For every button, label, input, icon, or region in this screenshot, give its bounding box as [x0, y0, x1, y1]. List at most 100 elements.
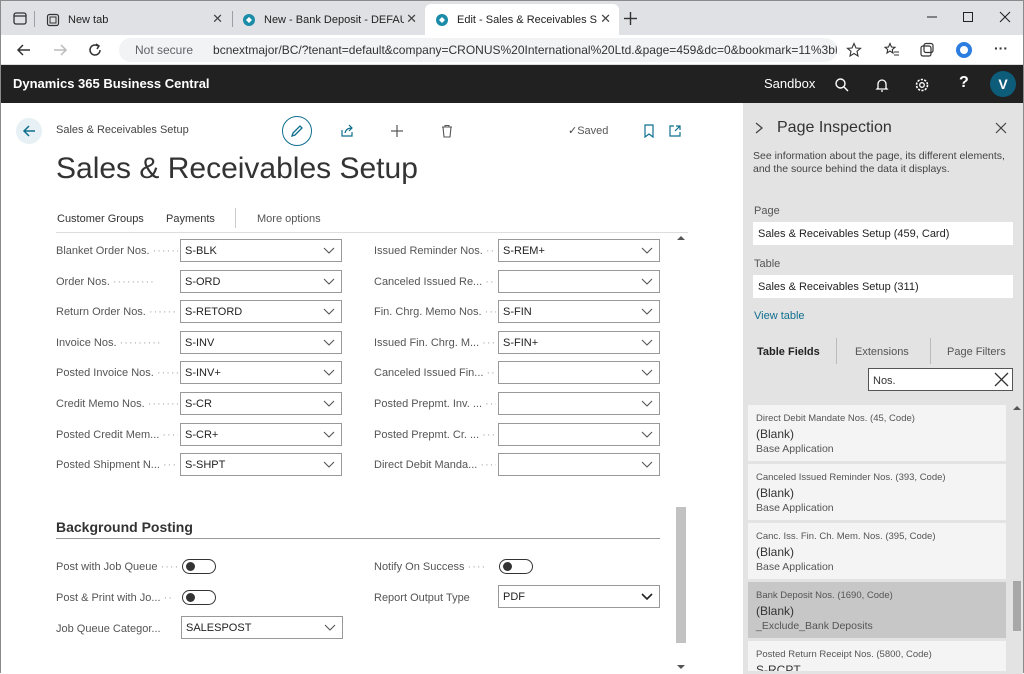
- search-icon[interactable]: [834, 77, 850, 93]
- back-icon[interactable]: [15, 41, 33, 59]
- refresh-icon[interactable]: [86, 41, 104, 59]
- page-value: Sales & Receivables Setup (459, Card): [753, 222, 1013, 245]
- number-series-select[interactable]: S-FIN: [498, 300, 660, 324]
- back-arrow-icon: [22, 125, 35, 137]
- close-icon[interactable]: ✕: [212, 11, 223, 27]
- action-bar: Customer Groups Payments More options: [56, 205, 688, 233]
- browser-window: New tab ✕ New - Bank Deposit - DEFAULT -…: [0, 0, 1024, 674]
- security-label: Not secure: [135, 43, 194, 57]
- profile-icon[interactable]: [954, 40, 974, 60]
- more-icon[interactable]: ···: [994, 40, 1008, 56]
- number-series-select[interactable]: S-CR+: [180, 422, 342, 446]
- table-field-item[interactable]: Bank Deposit Nos. (1690, Code) (Blank) _Ex…: [748, 582, 1006, 638]
- content-scrollbar[interactable]: [676, 235, 686, 671]
- bell-icon[interactable]: [874, 77, 890, 93]
- page-icon: [46, 13, 60, 26]
- field-label: Post & Print with Jo... ··: [56, 592, 173, 604]
- tab-actions-icon[interactable]: [13, 12, 27, 25]
- table-field-item[interactable]: Direct Debit Mandate Nos. (45, Code) (Bla…: [748, 405, 1006, 461]
- number-series-select[interactable]: S-INV+: [180, 361, 342, 385]
- share-icon[interactable]: [340, 124, 354, 138]
- edit-button[interactable]: [282, 116, 312, 146]
- add-favorite-icon[interactable]: [846, 42, 862, 58]
- notify-on-success-toggle[interactable]: [499, 559, 533, 574]
- tab-new-tab[interactable]: New tab ✕: [36, 4, 231, 35]
- panel-scrollbar[interactable]: [1013, 403, 1021, 671]
- scroll-up-icon[interactable]: [1013, 405, 1021, 411]
- number-series-select[interactable]: S-SHPT: [180, 453, 342, 477]
- chevron-down-icon: [641, 461, 653, 468]
- table-field-item[interactable]: Canceled Issued Reminder Nos. (393, Code…: [748, 464, 1006, 520]
- panel-description: See information about the page, its diff…: [753, 150, 1005, 175]
- tab-sales-receivables-setup[interactable]: Edit - Sales & Receivables Setup ✕: [425, 4, 619, 35]
- field-label: Post with Job Queue ····: [56, 561, 180, 573]
- number-series-select[interactable]: S-BLK: [180, 239, 342, 262]
- window-close-icon[interactable]: [999, 11, 1011, 23]
- action-customer-groups[interactable]: Customer Groups: [57, 213, 144, 225]
- field-label: Fin. Chrg. Memo Nos. ·········: [374, 306, 496, 319]
- number-series-select[interactable]: [498, 392, 660, 415]
- chevron-right-icon[interactable]: [754, 122, 764, 134]
- page-content: Sales & Receivables Setup ✓Saved Sales &…: [1, 103, 743, 674]
- field-search-input[interactable]: Nos.: [868, 368, 1013, 391]
- action-more-options[interactable]: More options: [257, 213, 321, 225]
- avatar[interactable]: V: [990, 71, 1016, 97]
- address-field[interactable]: Not secure bcnextmajor/BC/?tenant=defaul…: [119, 38, 837, 62]
- tab-page-filters[interactable]: Page Filters: [947, 346, 1006, 358]
- minimize-icon[interactable]: [926, 11, 938, 23]
- number-series-select[interactable]: S-REM+: [498, 239, 660, 262]
- maximize-icon[interactable]: [962, 11, 974, 23]
- environment-label[interactable]: Sandbox: [764, 76, 815, 91]
- action-payments[interactable]: Payments: [166, 213, 215, 225]
- job-queue-category-select[interactable]: SALESPOST: [181, 616, 343, 639]
- add-icon[interactable]: [390, 124, 404, 138]
- field-label: Notify On Success ····: [374, 561, 487, 573]
- delete-icon[interactable]: [440, 124, 454, 138]
- post-print-job-queue-toggle[interactable]: [182, 590, 216, 605]
- forward-icon[interactable]: [51, 41, 69, 59]
- number-series-select[interactable]: [498, 453, 660, 477]
- scroll-down-icon[interactable]: [677, 664, 685, 670]
- number-series-select[interactable]: S-CR: [180, 392, 342, 415]
- number-series-select[interactable]: S-FIN+: [498, 330, 660, 354]
- help-icon[interactable]: ?: [959, 74, 969, 92]
- tab-bank-deposit[interactable]: New - Bank Deposit - DEFAULT - ✕: [232, 4, 425, 35]
- chevron-down-icon: [641, 278, 653, 285]
- number-series-select[interactable]: [498, 422, 660, 446]
- number-series-select[interactable]: [498, 269, 660, 293]
- number-series-select[interactable]: S-RETORD: [180, 300, 342, 324]
- bookmark-icon[interactable]: [642, 124, 656, 138]
- new-tab-icon[interactable]: [624, 12, 637, 25]
- field-label: Job Queue Categor...: [56, 623, 161, 635]
- scroll-up-icon[interactable]: [677, 235, 685, 241]
- tab-extensions[interactable]: Extensions: [855, 346, 909, 358]
- tab-label: New tab: [68, 13, 109, 26]
- number-series-select[interactable]: S-ORD: [180, 269, 342, 293]
- post-with-job-queue-toggle[interactable]: [182, 559, 216, 574]
- field-label: Issued Fin. Chrg. M... ·········: [374, 336, 496, 349]
- favorites-icon[interactable]: [884, 42, 900, 58]
- close-icon[interactable]: [995, 122, 1007, 134]
- app-title: Dynamics 365 Business Central: [13, 76, 210, 91]
- number-series-select[interactable]: [498, 361, 660, 385]
- open-new-window-icon[interactable]: [668, 124, 682, 138]
- collections-icon[interactable]: [919, 42, 935, 58]
- gear-icon[interactable]: [914, 77, 930, 93]
- view-table-link[interactable]: View table: [754, 310, 805, 322]
- report-output-type-select[interactable]: PDF: [498, 585, 660, 608]
- back-button[interactable]: [16, 118, 42, 144]
- table-field-item[interactable]: Posted Return Receipt Nos. (5800, Code) S…: [748, 641, 1006, 671]
- tab-table-fields[interactable]: Table Fields: [757, 346, 820, 358]
- chevron-down-icon: [323, 278, 335, 285]
- tab-label: New - Bank Deposit - DEFAULT -: [264, 13, 404, 26]
- field-label: Posted Prepmt. Cr. ... ·········: [374, 428, 496, 441]
- table-field-item[interactable]: Canc. Iss. Fin. Ch. Mem. Nos. (395, Code…: [748, 523, 1006, 579]
- number-series-select[interactable]: S-INV: [180, 330, 342, 354]
- close-icon[interactable]: ✕: [406, 11, 417, 27]
- dynamics-icon: [436, 13, 448, 26]
- field-label: Canceled Issued Fin... ·········: [374, 367, 496, 380]
- page-inspection-panel: Page Inspection See information about th…: [743, 103, 1023, 674]
- clear-search-icon[interactable]: [993, 371, 1010, 388]
- close-icon[interactable]: ✕: [600, 11, 611, 27]
- field-label: Posted Credit Mem... ·········: [56, 428, 178, 441]
